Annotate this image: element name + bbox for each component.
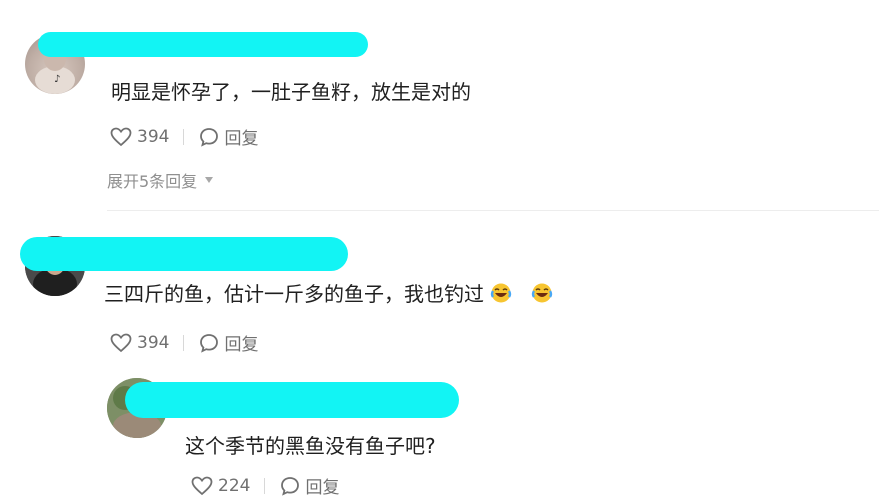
speech-bubble-icon[interactable] [199, 333, 219, 353]
reply-button[interactable]: 回复 [224, 124, 258, 149]
divider [264, 477, 266, 494]
caret-down-icon [204, 176, 214, 184]
expand-replies-button[interactable]: 展开5条回复 [107, 168, 214, 192]
expand-replies-label: 展开5条回复 [107, 172, 198, 191]
divider [183, 128, 185, 145]
heart-outline-icon[interactable] [191, 476, 213, 496]
username-redaction [20, 237, 348, 271]
reply-actions: 224 回复 [191, 473, 339, 498]
like-count: 224 [218, 475, 251, 496]
reply-button[interactable]: 回复 [224, 330, 258, 355]
speech-bubble-icon[interactable] [280, 476, 300, 496]
username-redaction [125, 382, 459, 418]
svg-text:♪: ♪ [54, 74, 60, 85]
divider [183, 334, 185, 351]
heart-outline-icon[interactable] [110, 333, 132, 353]
reply-button[interactable]: 回复 [305, 473, 339, 498]
comment-text-row: 三四斤的鱼，估计一斤多的鱼子，我也钓过 [104, 278, 553, 307]
like-count: 394 [137, 332, 170, 353]
reply-text: 这个季节的黑鱼没有鱼子吧? [185, 434, 436, 458]
comment-actions: 394 回复 [110, 330, 258, 355]
like-count: 394 [137, 126, 170, 147]
speech-bubble-icon[interactable] [199, 127, 219, 147]
comment-text: 三四斤的鱼，估计一斤多的鱼子，我也钓过 [104, 282, 484, 306]
comment-actions: 394 回复 [110, 124, 258, 149]
username-redaction [38, 32, 368, 57]
laughing-crying-emoji-icon [531, 282, 553, 304]
divider-line [107, 210, 879, 211]
laughing-crying-emoji-icon [490, 282, 512, 304]
heart-outline-icon[interactable] [110, 127, 132, 147]
comment-text: 明显是怀孕了，一肚子鱼籽，放生是对的 [111, 80, 471, 104]
